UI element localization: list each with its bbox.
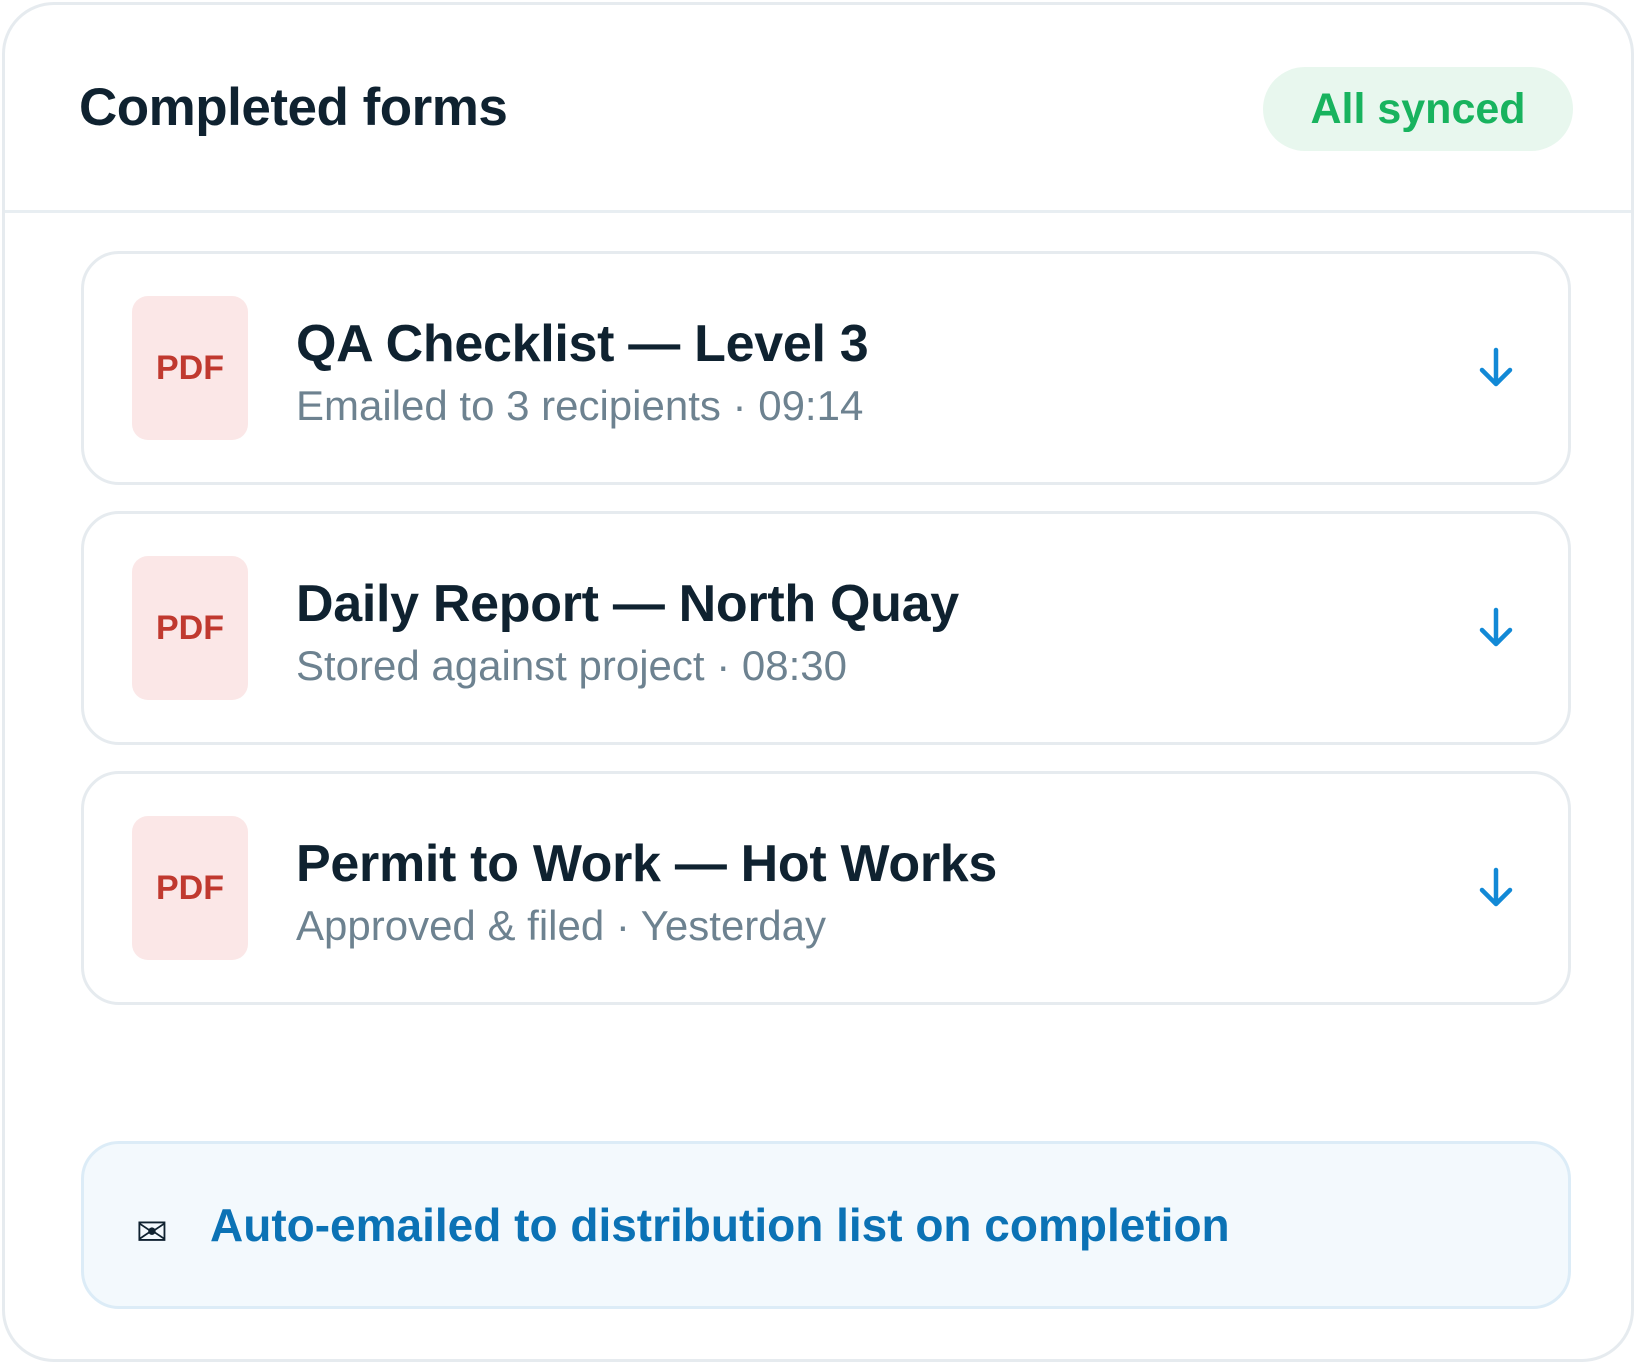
- completed-forms-card: Completed forms All synced PDF QA Checkl…: [2, 2, 1634, 1362]
- form-title: Daily Report — North Quay: [296, 575, 959, 633]
- auto-email-notice: ✉ Auto-emailed to distribution list on c…: [81, 1141, 1571, 1309]
- card-title: Completed forms: [79, 78, 508, 137]
- form-row-permit-to-work[interactable]: PDF Permit to Work — Hot Works Approved …: [81, 771, 1571, 1005]
- envelope-icon: ✉: [136, 1212, 168, 1254]
- pdf-file-icon: PDF: [132, 816, 248, 960]
- form-subtitle: Approved & filed · Yesterday: [296, 902, 827, 949]
- download-icon[interactable]: [1472, 344, 1520, 392]
- form-row-qa-checklist[interactable]: PDF QA Checklist — Level 3 Emailed to 3 …: [81, 251, 1571, 485]
- form-subtitle: Stored against project · 08:30: [296, 642, 848, 689]
- form-row-daily-report[interactable]: PDF Daily Report — North Quay Stored aga…: [81, 511, 1571, 745]
- sync-status-badge: All synced: [1263, 67, 1573, 151]
- form-title: Permit to Work — Hot Works: [296, 835, 998, 893]
- download-icon[interactable]: [1472, 604, 1520, 652]
- auto-email-notice-text: Auto-emailed to distribution list on com…: [210, 1199, 1230, 1251]
- form-title: QA Checklist — Level 3: [296, 315, 869, 373]
- form-subtitle: Emailed to 3 recipients · 09:14: [296, 382, 864, 429]
- pdf-file-icon: PDF: [132, 556, 248, 700]
- download-icon[interactable]: [1472, 864, 1520, 912]
- card-header: Completed forms All synced: [5, 5, 1631, 213]
- pdf-file-icon: PDF: [132, 296, 248, 440]
